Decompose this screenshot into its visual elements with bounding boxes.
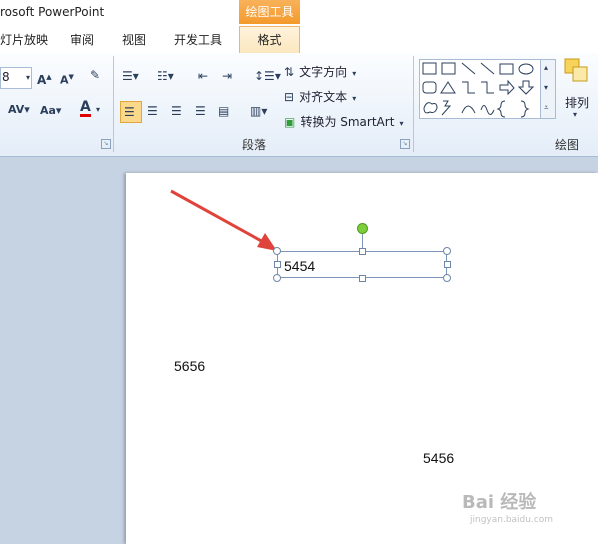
curve-shape-icon[interactable] [480, 105, 495, 115]
arrow-line-shape-icon[interactable] [480, 62, 495, 75]
bullets-icon[interactable]: ☰▾ [122, 68, 139, 84]
gallery-more-icon[interactable]: ⩡ [544, 100, 549, 116]
shapes-gallery [419, 59, 541, 119]
group-separator [113, 56, 114, 152]
line-spacing-icon[interactable]: ↕☰▾ [254, 68, 281, 84]
align-text-label: 对齐文本 [299, 90, 348, 104]
watermark-url: jingyan.baidu.com [470, 515, 554, 525]
left-brace-shape-icon[interactable] [496, 100, 506, 118]
right-arrow-shape-icon[interactable] [499, 79, 515, 96]
triangle-shape-icon[interactable] [440, 81, 456, 94]
text-direction-label: 文字方向 [299, 65, 348, 79]
drawing-group-label: 绘图 [555, 138, 580, 152]
arrange-icon [564, 58, 588, 82]
tab-developer[interactable]: 开发工具 [174, 31, 222, 48]
tab-slide-show[interactable]: 灯片放映 [0, 31, 48, 48]
convert-smartart-button[interactable]: ▣ 转换为 SmartArt ▾ [284, 111, 404, 132]
chevron-down-icon[interactable]: ▾ [26, 70, 30, 86]
decrease-indent-icon[interactable]: ⇤ [198, 68, 208, 84]
font-size-box[interactable]: 8 ▾ [0, 67, 32, 89]
shrink-font-icon[interactable]: A▼ [60, 69, 74, 89]
app-title: rosoft PowerPoint [0, 5, 105, 19]
resize-handle-bottom[interactable] [359, 275, 366, 282]
paragraph-group-launcher-icon[interactable]: ↘ [400, 139, 410, 149]
chevron-down-icon: ▾ [352, 69, 357, 78]
rotate-handle[interactable] [357, 223, 368, 234]
resize-handle-top-right[interactable] [443, 247, 451, 255]
scroll-up-icon[interactable]: ▴ [544, 60, 548, 76]
rounded-rectangle-shape-icon[interactable] [422, 81, 437, 94]
chevron-down-icon: ▾ [573, 110, 578, 119]
shapes-gallery-svg [422, 62, 535, 118]
cloud-shape-icon[interactable] [423, 102, 438, 114]
arrange-button[interactable]: 排列 ▾ [561, 57, 595, 119]
change-case-icon[interactable]: Aa▾ [40, 103, 61, 119]
vertical-textbox-shape-icon[interactable] [441, 62, 456, 75]
baidu-watermark: Bai 经验 [462, 492, 537, 513]
group-separator [413, 56, 414, 152]
resize-handle-top-left[interactable] [273, 247, 281, 255]
selected-textbox-text[interactable]: 5454 [284, 258, 315, 274]
justify-icon[interactable]: ☰ [195, 103, 206, 119]
selected-textbox[interactable]: 5454 [277, 251, 447, 278]
distributed-icon[interactable]: ▤ [218, 103, 229, 119]
scroll-down-icon[interactable]: ▾ [544, 80, 548, 96]
annotation-arrow [170, 189, 277, 251]
line-shape-icon[interactable] [461, 62, 476, 75]
text-direction-button[interactable]: ⇅ 文字方向 ▾ [284, 61, 356, 82]
align-left-button[interactable]: ☰ [120, 101, 142, 123]
chevron-down-icon: ▾ [352, 94, 357, 103]
text-direction-icon: ⇅ [284, 65, 295, 79]
rectangle-shape-icon[interactable] [499, 63, 514, 75]
elbow-arrow-connector-shape-icon[interactable] [481, 81, 494, 94]
align-text-icon: ⊟ [284, 90, 295, 104]
columns-icon[interactable]: ▥▾ [250, 103, 267, 119]
arrow-shaft [170, 189, 266, 245]
tab-view[interactable]: 视图 [122, 31, 146, 48]
font-color-icon[interactable]: A [80, 100, 91, 117]
right-brace-shape-icon[interactable] [520, 100, 530, 118]
resize-handle-top[interactable] [359, 248, 366, 255]
resize-handle-bottom-left[interactable] [273, 274, 281, 282]
down-arrow-shape-icon[interactable] [517, 80, 535, 95]
drawing-tools-header: 绘图工具 [239, 0, 300, 24]
textbox-shape-icon[interactable] [422, 62, 437, 75]
oval-shape-icon[interactable] [518, 63, 534, 75]
tab-review[interactable]: 审阅 [70, 31, 94, 48]
arc-shape-icon[interactable] [461, 105, 476, 114]
resize-handle-right[interactable] [444, 261, 451, 268]
chevron-down-icon: ▾ [399, 119, 404, 128]
elbow-connector-shape-icon[interactable] [462, 81, 475, 94]
character-spacing-icon[interactable]: AV▾ [8, 102, 30, 118]
slide-text-2[interactable]: 5456 [423, 450, 454, 466]
paragraph-group-label: 段落 [242, 138, 267, 152]
align-center-icon[interactable]: ☰ [147, 103, 158, 119]
font-color-dropdown-icon[interactable]: ▾ [96, 102, 100, 118]
slide-text-1[interactable]: 5656 [174, 358, 205, 374]
convert-smartart-label: 转换为 SmartArt [300, 115, 395, 129]
align-text-button[interactable]: ⊟ 对齐文本 ▾ [284, 86, 356, 107]
font-group-launcher-icon[interactable]: ↘ [101, 139, 111, 149]
shapes-gallery-scroll: ▴ ▾ ⩡ [540, 59, 556, 119]
tab-format[interactable]: 格式 [239, 26, 300, 53]
grow-font-icon[interactable]: A▲ [37, 69, 52, 88]
align-left-icon: ☰ [124, 105, 135, 119]
increase-indent-icon[interactable]: ⇥ [222, 68, 232, 84]
smartart-icon: ▣ [284, 115, 296, 129]
lightning-shape-icon[interactable] [441, 100, 452, 116]
numbering-icon[interactable]: ☷▾ [157, 68, 174, 84]
resize-handle-left[interactable] [274, 261, 281, 268]
align-right-icon[interactable]: ☰ [171, 103, 182, 119]
clear-formatting-icon[interactable]: ✎ [90, 67, 100, 83]
resize-handle-bottom-right[interactable] [443, 274, 451, 282]
font-size-value: 8 [2, 70, 10, 84]
